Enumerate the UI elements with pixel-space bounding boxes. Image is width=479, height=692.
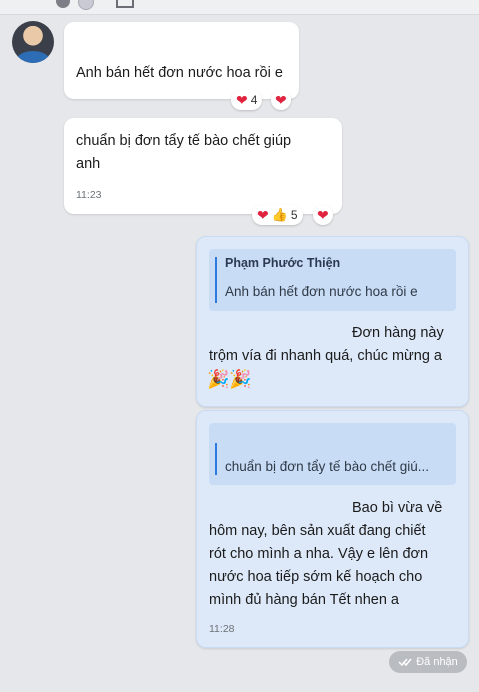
message-text-line: trộm vía đi nhanh quá, chúc mừng a <box>209 348 442 364</box>
message-text-line: nước hoa tiếp sớm kế hoạch cho <box>209 569 423 585</box>
message-text-line: Bao bì vừa về <box>352 500 443 516</box>
quote-bar <box>215 443 217 475</box>
message-text: Anh bán hết đơn nước hoa rồi e <box>76 65 283 81</box>
delivery-status-badge: Đã nhận <box>389 651 467 673</box>
incoming-message[interactable]: chuẩn bị đơn tẩy tế bào chết giúp anh 11… <box>64 118 342 214</box>
party-popper-icon: 🎉🎉 <box>207 369 252 389</box>
reaction-count: 5 <box>290 208 298 222</box>
avatar[interactable] <box>12 21 54 63</box>
message-text-line: Đơn hàng này <box>352 325 444 341</box>
message-text-line: chuẩn bị đơn tẩy tế bào chết giúp <box>76 133 292 149</box>
add-reaction-button[interactable]: ❤ <box>271 90 291 110</box>
quote-author: Phạm Phước Thiện <box>225 256 341 270</box>
outgoing-message[interactable]: Phạm Phước Thiện Anh bán hết đơn nước ho… <box>196 236 469 407</box>
message-time: 11:23 <box>76 189 102 201</box>
quoted-message[interactable]: Phạm Phước Thiện Anh bán hết đơn nước ho… <box>209 249 456 311</box>
toolbar-icon[interactable] <box>116 0 134 8</box>
top-toolbar <box>0 0 479 15</box>
quoted-message[interactable]: chuẩn bị đơn tẩy tế bào chết giú... <box>209 423 456 485</box>
message-text-line: hôm nay, bên sản xuất đang chiết <box>209 523 426 539</box>
reaction-bar[interactable]: ❤ 👍 5 <box>252 205 303 225</box>
message-text-line: anh <box>76 156 101 172</box>
quote-text: Anh bán hết đơn nước hoa rồi e <box>225 284 418 299</box>
quote-bar <box>215 257 217 303</box>
avatar-shirt <box>16 51 50 63</box>
heart-icon: ❤ <box>275 92 287 108</box>
heart-icon: ❤ <box>257 207 269 223</box>
contact-avatar-icon[interactable] <box>56 0 70 8</box>
status-label: Đã nhận <box>416 656 458 668</box>
heart-icon: ❤ <box>317 207 329 223</box>
contact-avatar-icon[interactable] <box>78 0 94 10</box>
quote-text: chuẩn bị đơn tẩy tế bào chết giú... <box>225 459 429 474</box>
message-time: 11:28 <box>209 623 235 635</box>
reaction-bar[interactable]: ❤ 4 <box>231 90 263 110</box>
heart-icon: ❤ <box>236 92 248 108</box>
message-text-line: mình đủ hàng bán Tết nhen a <box>209 592 399 608</box>
message-text-line: rót cho mình a nha. Vậy e lên đơn <box>209 546 429 562</box>
incoming-message[interactable]: Anh bán hết đơn nước hoa rồi e <box>64 22 299 99</box>
reaction-count: 4 <box>250 93 258 107</box>
thumbs-up-icon: 👍 <box>271 207 288 222</box>
add-reaction-button[interactable]: ❤ <box>313 205 333 225</box>
double-check-icon <box>398 658 412 667</box>
outgoing-message[interactable]: chuẩn bị đơn tẩy tế bào chết giú... Bao … <box>196 410 469 648</box>
